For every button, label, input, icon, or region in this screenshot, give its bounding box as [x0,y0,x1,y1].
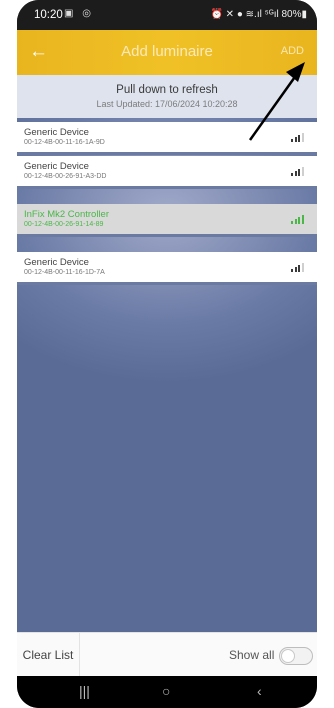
annotation-arrow-icon [248,62,305,141]
